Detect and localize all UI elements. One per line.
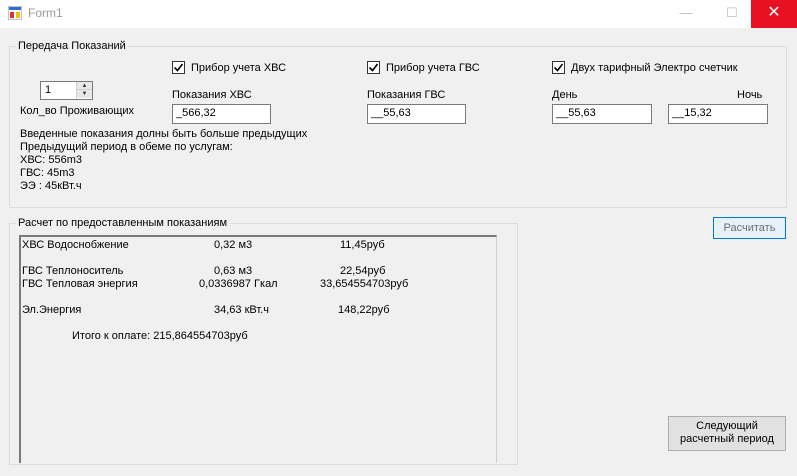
result-cost: 11,45руб [340, 239, 385, 251]
result-name: ГВС Тепловая энергия [22, 278, 138, 290]
total-to-pay: Итого к оплате: 215,864554703руб [72, 330, 248, 342]
result-name: ХВС Водоснобжение [22, 239, 129, 251]
title-bar: Form1 — ☐ ✕ [0, 0, 797, 28]
hvs-reading-input[interactable]: _566,32 [172, 104, 271, 124]
calculation-groupbox-label: Расчет по предоставленным показаниям [16, 217, 230, 229]
info-line: Введенные показания долны быть больше пр… [20, 128, 308, 140]
result-cost: 148,22руб [338, 304, 390, 316]
readings-groupbox-label: Передача Показаний [16, 40, 128, 52]
next-period-line1: Следующий [696, 420, 758, 432]
minimize-button[interactable]: — [663, 0, 709, 28]
result-cost: 33,654554703руб [320, 278, 409, 290]
night-reading-input[interactable]: __15,32 [668, 104, 768, 124]
stepper-buttons: ▲ ▼ [76, 82, 92, 99]
result-volume: 0,0336987 Гкал [199, 278, 278, 290]
info-line: ЭЭ : 45кВт.ч [20, 180, 82, 192]
info-line: Предыдущий период в обеме по услугам: [20, 141, 233, 153]
maximize-button[interactable]: ☐ [709, 0, 755, 28]
result-name: ГВС Теплоноситель [22, 265, 124, 277]
next-period-line2: расчетный период [680, 433, 774, 445]
gvs-reading-input[interactable]: __55,63 [367, 104, 466, 124]
result-volume: 34,63 кВт.ч [214, 304, 269, 316]
calculate-button[interactable]: Расчитать [713, 217, 786, 239]
electric-two-tariff-checkbox[interactable] [552, 61, 565, 74]
checkmark-icon [368, 63, 379, 72]
day-reading-input[interactable]: __55,63 [552, 104, 652, 124]
info-line: ХВС: 556m3 [20, 154, 82, 166]
electric-checkbox-label: Двух тарифный Электро счетчик [571, 62, 738, 74]
hvs-checkbox[interactable] [172, 61, 185, 74]
checkmark-icon [553, 63, 564, 72]
next-period-button[interactable]: Следующий расчетный период [668, 416, 786, 451]
residents-label: Кол_во Проживающих [20, 105, 135, 117]
day-label: День [552, 89, 578, 101]
residents-value: 1 [45, 84, 52, 96]
app-icon [8, 6, 22, 20]
stepper-down-icon[interactable]: ▼ [77, 90, 92, 98]
night-label: Ночь [737, 89, 763, 101]
result-cost: 22,54руб [340, 265, 386, 277]
stepper-up-icon[interactable]: ▲ [77, 82, 92, 90]
result-volume: 0,63 м3 [214, 265, 253, 277]
gvs-field-label: Показания ГВС [367, 89, 446, 101]
window-title: Form1 [28, 6, 63, 20]
result-volume: 0,32 м3 [214, 239, 253, 251]
gvs-checkbox[interactable] [367, 61, 380, 74]
close-button[interactable]: ✕ [751, 0, 797, 28]
hvs-checkbox-label: Прибор учета ХВС [191, 62, 287, 74]
gvs-checkbox-label: Прибор учета ГВС [386, 62, 480, 74]
result-name: Эл.Энергия [22, 304, 82, 316]
hvs-field-label: Показания ХВС [172, 89, 252, 101]
checkmark-icon [173, 63, 184, 72]
info-line: ГВС: 45m3 [20, 167, 75, 179]
residents-stepper[interactable]: 1 ▲ ▼ [40, 81, 93, 100]
